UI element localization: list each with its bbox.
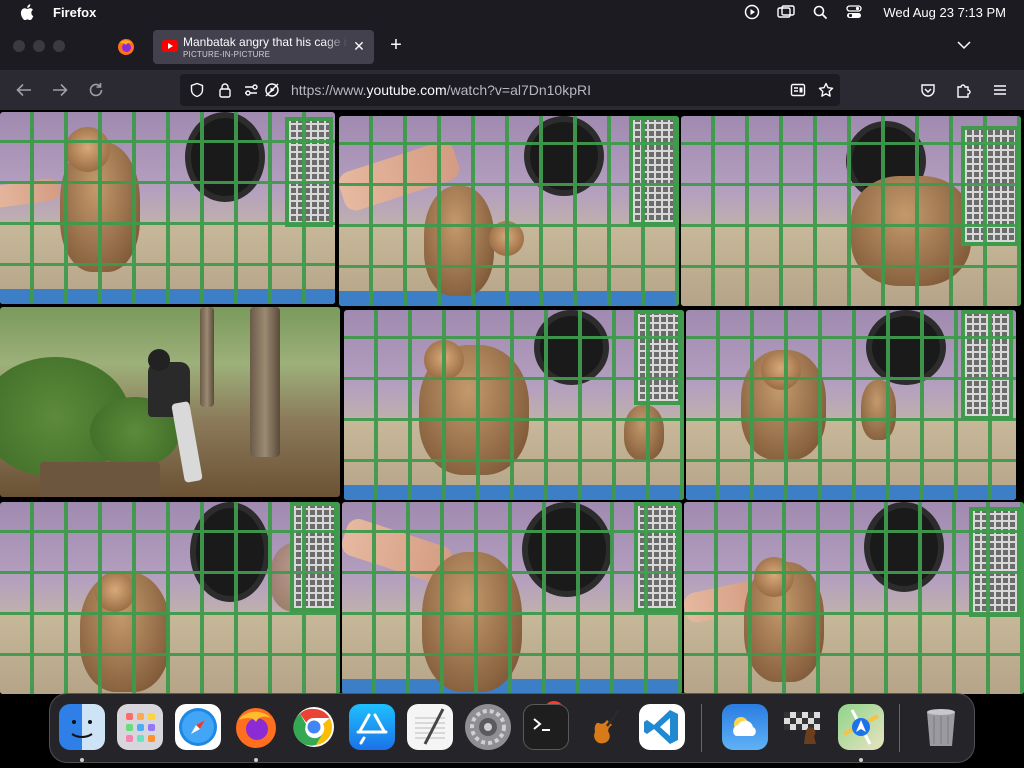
app-store-icon[interactable]	[349, 704, 395, 750]
autoplay-blocked-icon[interactable]	[264, 82, 280, 98]
back-arrow-icon[interactable]	[15, 81, 33, 99]
textedit-icon[interactable]	[407, 704, 453, 750]
tab-title: Manbatak angry that his cage is	[183, 35, 348, 49]
tab-strip: Manbatak angry that his cage is PICTURE-…	[0, 24, 1024, 70]
screen-mirroring-icon[interactable]	[777, 5, 796, 19]
video-frame-7	[0, 502, 340, 694]
pocket-icon[interactable]	[919, 81, 937, 99]
finder-running-indicator	[80, 758, 84, 762]
video-frame-8	[342, 502, 682, 694]
youtube-favicon-icon	[162, 40, 178, 52]
dock: 2	[49, 693, 975, 763]
url-bar[interactable]: https://www.youtube.com/watch?v=al7Dn10k…	[180, 74, 840, 106]
maps-running-indicator	[859, 758, 863, 762]
menu-bar: Firefox Wed Aug 23 7:13 PM	[0, 0, 1024, 24]
video-frame-5	[344, 310, 684, 500]
list-all-tabs-chevron-icon[interactable]	[957, 40, 971, 50]
close-tab-icon[interactable]: ✕	[352, 39, 366, 53]
forward-arrow-icon[interactable]	[51, 81, 69, 99]
apple-logo-icon[interactable]	[20, 4, 34, 20]
window-zoom-button[interactable]	[53, 40, 65, 52]
permissions-icon[interactable]	[243, 82, 259, 98]
url-text[interactable]: https://www.youtube.com/watch?v=al7Dn10k…	[291, 82, 591, 98]
reload-icon[interactable]	[87, 81, 105, 99]
window-minimize-button[interactable]	[33, 40, 45, 52]
system-settings-icon[interactable]	[465, 704, 511, 750]
menu-clock[interactable]: Wed Aug 23 7:13 PM	[883, 5, 1006, 20]
dock-separator	[701, 704, 702, 752]
lock-icon[interactable]	[217, 82, 233, 98]
video-frame-1	[0, 112, 335, 304]
video-thumbnail-grid	[0, 110, 1024, 700]
maps-icon[interactable]	[838, 704, 884, 750]
control-center-icon[interactable]	[845, 5, 863, 19]
window-close-button[interactable]	[13, 40, 25, 52]
trash-icon[interactable]	[918, 704, 964, 750]
safari-icon[interactable]	[175, 704, 221, 750]
menu-app-name[interactable]: Firefox	[53, 5, 96, 20]
bookmark-star-icon[interactable]	[818, 82, 834, 98]
video-frame-6	[686, 310, 1016, 500]
vscode-icon[interactable]	[639, 704, 685, 750]
play-circle-icon[interactable]	[743, 4, 761, 20]
chess-icon[interactable]	[780, 704, 826, 750]
launchpad-icon[interactable]	[117, 704, 163, 750]
tracking-protection-shield-icon[interactable]	[189, 82, 205, 98]
video-frame-2	[339, 116, 679, 306]
extensions-puzzle-icon[interactable]	[955, 81, 973, 99]
hamburger-menu-icon[interactable]	[991, 81, 1009, 99]
firefox-running-indicator	[254, 758, 258, 762]
reader-view-icon[interactable]	[790, 82, 806, 98]
terminal-icon[interactable]	[523, 704, 569, 750]
video-frame-4	[0, 307, 340, 497]
tab-subtitle: PICTURE-IN-PICTURE	[183, 50, 271, 59]
weather-icon[interactable]	[722, 704, 768, 750]
finder-icon[interactable]	[59, 704, 105, 750]
active-tab[interactable]: Manbatak angry that his cage is PICTURE-…	[153, 30, 374, 64]
firefox-view-icon[interactable]	[117, 38, 135, 56]
dock-separator-trash	[899, 704, 900, 752]
navigation-toolbar: https://www.youtube.com/watch?v=al7Dn10k…	[0, 70, 1024, 110]
chrome-icon[interactable]	[291, 704, 337, 750]
video-frame-3	[681, 116, 1021, 306]
video-frame-9	[684, 502, 1024, 694]
garageband-icon[interactable]	[581, 704, 627, 750]
spotlight-search-icon[interactable]	[811, 5, 829, 19]
firefox-icon[interactable]	[233, 704, 279, 750]
new-tab-icon[interactable]: +	[387, 35, 405, 55]
